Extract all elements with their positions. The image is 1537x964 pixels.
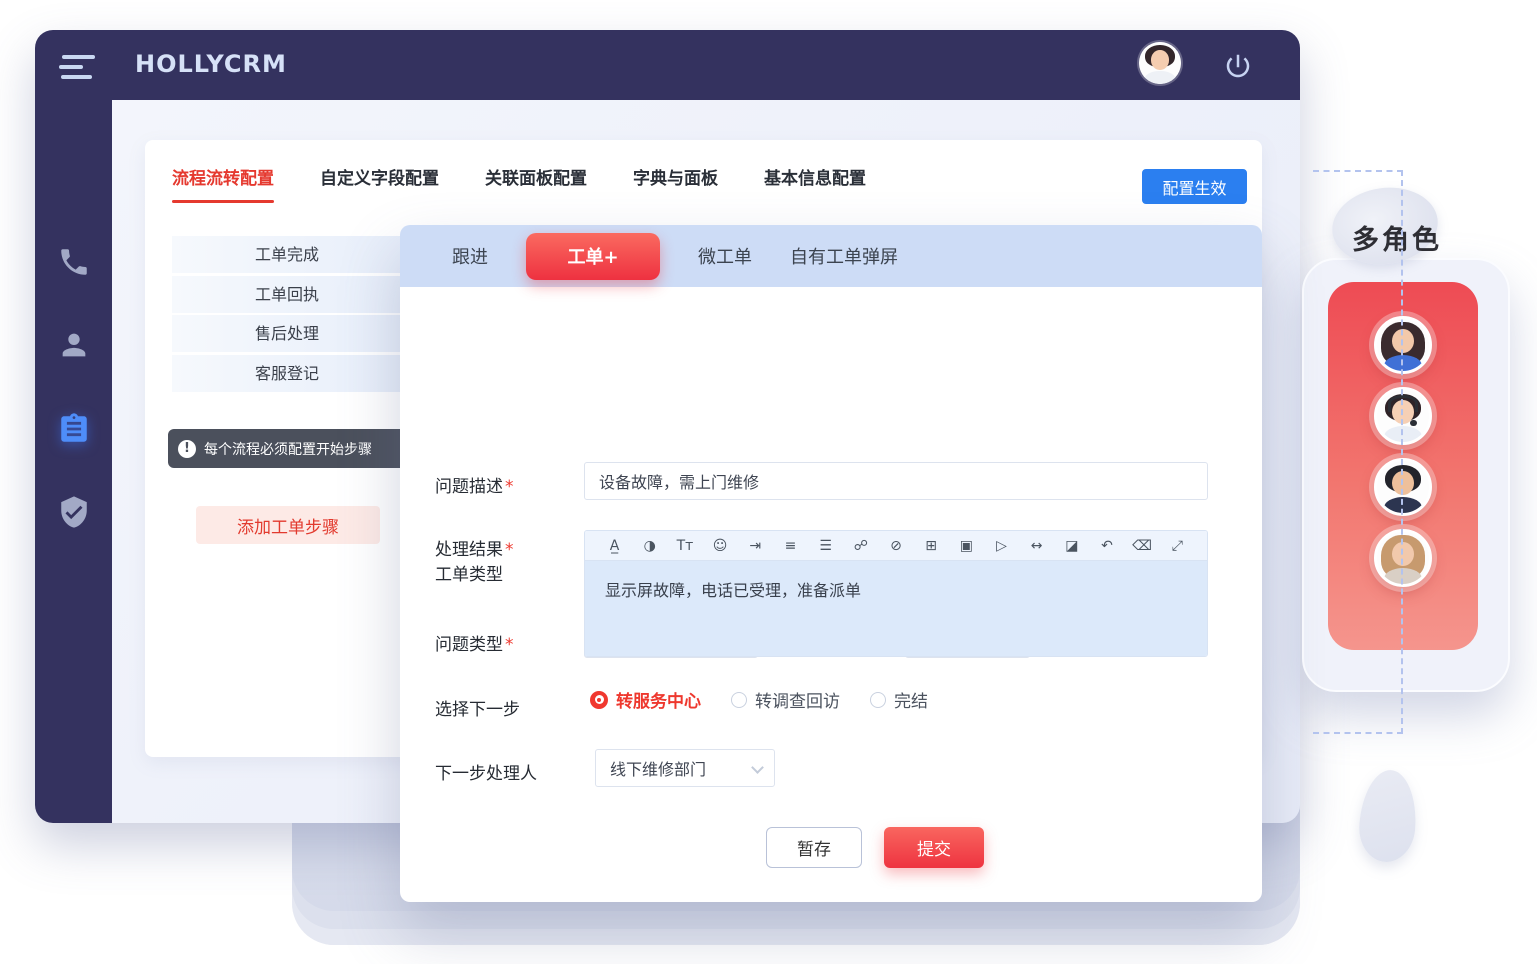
indent-icon[interactable]: ⇥ [738, 531, 773, 561]
power-icon[interactable] [1223, 51, 1253, 81]
apply-config-button[interactable]: 配置生效 [1142, 169, 1247, 204]
radio-selected[interactable]: 转服务中心 [590, 687, 701, 712]
top-bar: HOLLYCRM [35, 30, 1300, 100]
eraser-icon[interactable]: ◪ [1054, 531, 1089, 561]
radio-option[interactable]: 转调查回访 [731, 687, 840, 712]
sidebar-item-customers[interactable] [57, 328, 91, 362]
rich-text-editor[interactable]: A̲◑Tт☺⇥≡☰☍⊘⊞▣▷↔◪↶⌫⤢ 显示屏故障，电话已受理，准备派单 [584, 530, 1208, 657]
save-draft-button[interactable]: 暂存 [766, 827, 862, 868]
multi-role-title: 多角色 [1352, 218, 1442, 257]
undo-icon[interactable]: ↶ [1089, 531, 1124, 561]
sidebar-item-calls[interactable] [57, 245, 91, 279]
modal-tab[interactable]: 自有工单弹屏 [790, 243, 898, 269]
table-icon[interactable]: ⊞ [914, 531, 949, 561]
radio-label: 完结 [894, 687, 928, 712]
phone-icon [57, 245, 91, 279]
issue-desc-label: 问题描述* [435, 472, 514, 497]
workflow-step-list: 工单完成工单回执售后处理客服登记 [172, 236, 402, 394]
color-palette-icon[interactable]: ◑ [632, 531, 667, 561]
radio-icon [731, 692, 747, 708]
result-label: 处理结果* [435, 535, 514, 560]
page-tab[interactable]: 基本信息配置 [764, 164, 866, 203]
avatar-male-suit [1374, 458, 1432, 516]
font-size-icon[interactable]: Tт [667, 531, 702, 561]
page-tab[interactable]: 流程流转配置 [172, 164, 274, 203]
decor-teardrop [1357, 768, 1419, 864]
tooltip-text: 每个流程必须配置开始步骤 [204, 439, 372, 459]
page-tab[interactable]: 关联面板配置 [485, 164, 587, 203]
workflow-step-row[interactable]: 客服登记 [172, 355, 402, 392]
flow-tooltip: ! 每个流程必须配置开始步骤 [168, 429, 408, 468]
radio-icon [870, 692, 886, 708]
radio-icon [590, 691, 608, 709]
avatar-female-agent [1139, 42, 1181, 84]
editor-toolbar: A̲◑Tт☺⇥≡☰☍⊘⊞▣▷↔◪↶⌫⤢ [585, 531, 1207, 561]
next-step-label: 选择下一步 [435, 695, 520, 720]
divider-icon[interactable]: ↔ [1019, 531, 1054, 561]
list-icon[interactable]: ☰ [808, 531, 843, 561]
screen: HOLLYCRM 流程流转配置自定义字段配置关联面板配置字典与面板基本信息配置 … [0, 0, 1537, 964]
avatar-female-long-hair [1374, 316, 1432, 374]
sidebar-item-security[interactable] [57, 495, 91, 529]
workflow-step-row[interactable]: 工单完成 [172, 236, 402, 273]
multi-role-panel [1302, 258, 1510, 692]
sidebar-item-tickets[interactable] [57, 412, 91, 446]
radio-label: 转服务中心 [616, 687, 701, 712]
video-icon[interactable]: ▷ [984, 531, 1019, 561]
add-step-button[interactable]: 添加工单步骤 [196, 506, 380, 544]
exclamation-icon: ! [178, 440, 196, 458]
emoji-icon[interactable]: ☺ [703, 531, 738, 561]
modal-tab-bar: 跟进 工单+ 微工单 自有工单弹屏 [400, 225, 1262, 287]
ticket-modal: 跟进工单+微工单自有工单弹屏 工单类型 电话登记 优先级 A类-普通 问题类型*… [400, 225, 1262, 902]
chevron-down-icon [751, 761, 764, 774]
user-icon [57, 328, 91, 362]
link-remove-icon[interactable]: ⊘ [878, 531, 913, 561]
role-avatar-card [1328, 282, 1478, 650]
issue-desc-input[interactable]: 设备故障，需上门维修 [584, 462, 1208, 500]
page-tab-bar: 流程流转配置 自定义字段配置 关联面板配置 字典与面板 基本信息配置 [172, 164, 866, 203]
workflow-step-row[interactable]: 售后处理 [172, 315, 402, 352]
editor-textarea[interactable]: 显示屏故障，电话已受理，准备派单 [585, 561, 1207, 656]
ticket-type-label: 工单类型 [435, 560, 503, 585]
modal-actions: 暂存 提交 [400, 827, 1262, 868]
avatar-female-headset [1374, 387, 1432, 445]
menu-icon[interactable] [59, 55, 97, 81]
workflow-step-row[interactable]: 工单回执 [172, 276, 402, 313]
clipboard-icon [57, 412, 91, 446]
link-add-icon[interactable]: ☍ [843, 531, 878, 561]
brand-logo: HOLLYCRM [135, 50, 287, 78]
issue-type-label: 问题类型* [435, 630, 514, 655]
next-step-options: 转服务中心 转调查回访 完结 [590, 687, 928, 712]
font-style-icon[interactable]: A̲ [597, 531, 632, 561]
modal-tab[interactable]: 微工单 [698, 243, 752, 269]
page-tab[interactable]: 自定义字段配置 [320, 164, 439, 203]
user-avatar[interactable] [1139, 42, 1181, 84]
shield-icon [57, 495, 91, 529]
next-handler-select[interactable]: 线下维修部门 [595, 749, 775, 787]
delete-icon[interactable]: ⌫ [1125, 531, 1160, 561]
radio-option[interactable]: 完结 [870, 687, 928, 712]
next-handler-label: 下一步处理人 [435, 759, 537, 784]
radio-label: 转调查回访 [755, 687, 840, 712]
fullscreen-icon[interactable]: ⤢ [1160, 531, 1195, 561]
modal-tab[interactable]: 工单+ [526, 233, 660, 280]
align-icon[interactable]: ≡ [773, 531, 808, 561]
submit-button[interactable]: 提交 [884, 827, 984, 868]
avatar-female-blonde [1374, 529, 1432, 587]
sidebar [35, 100, 112, 823]
image-icon[interactable]: ▣ [949, 531, 984, 561]
modal-tab[interactable]: 跟进 [452, 243, 488, 269]
page-tab[interactable]: 字典与面板 [633, 164, 718, 203]
